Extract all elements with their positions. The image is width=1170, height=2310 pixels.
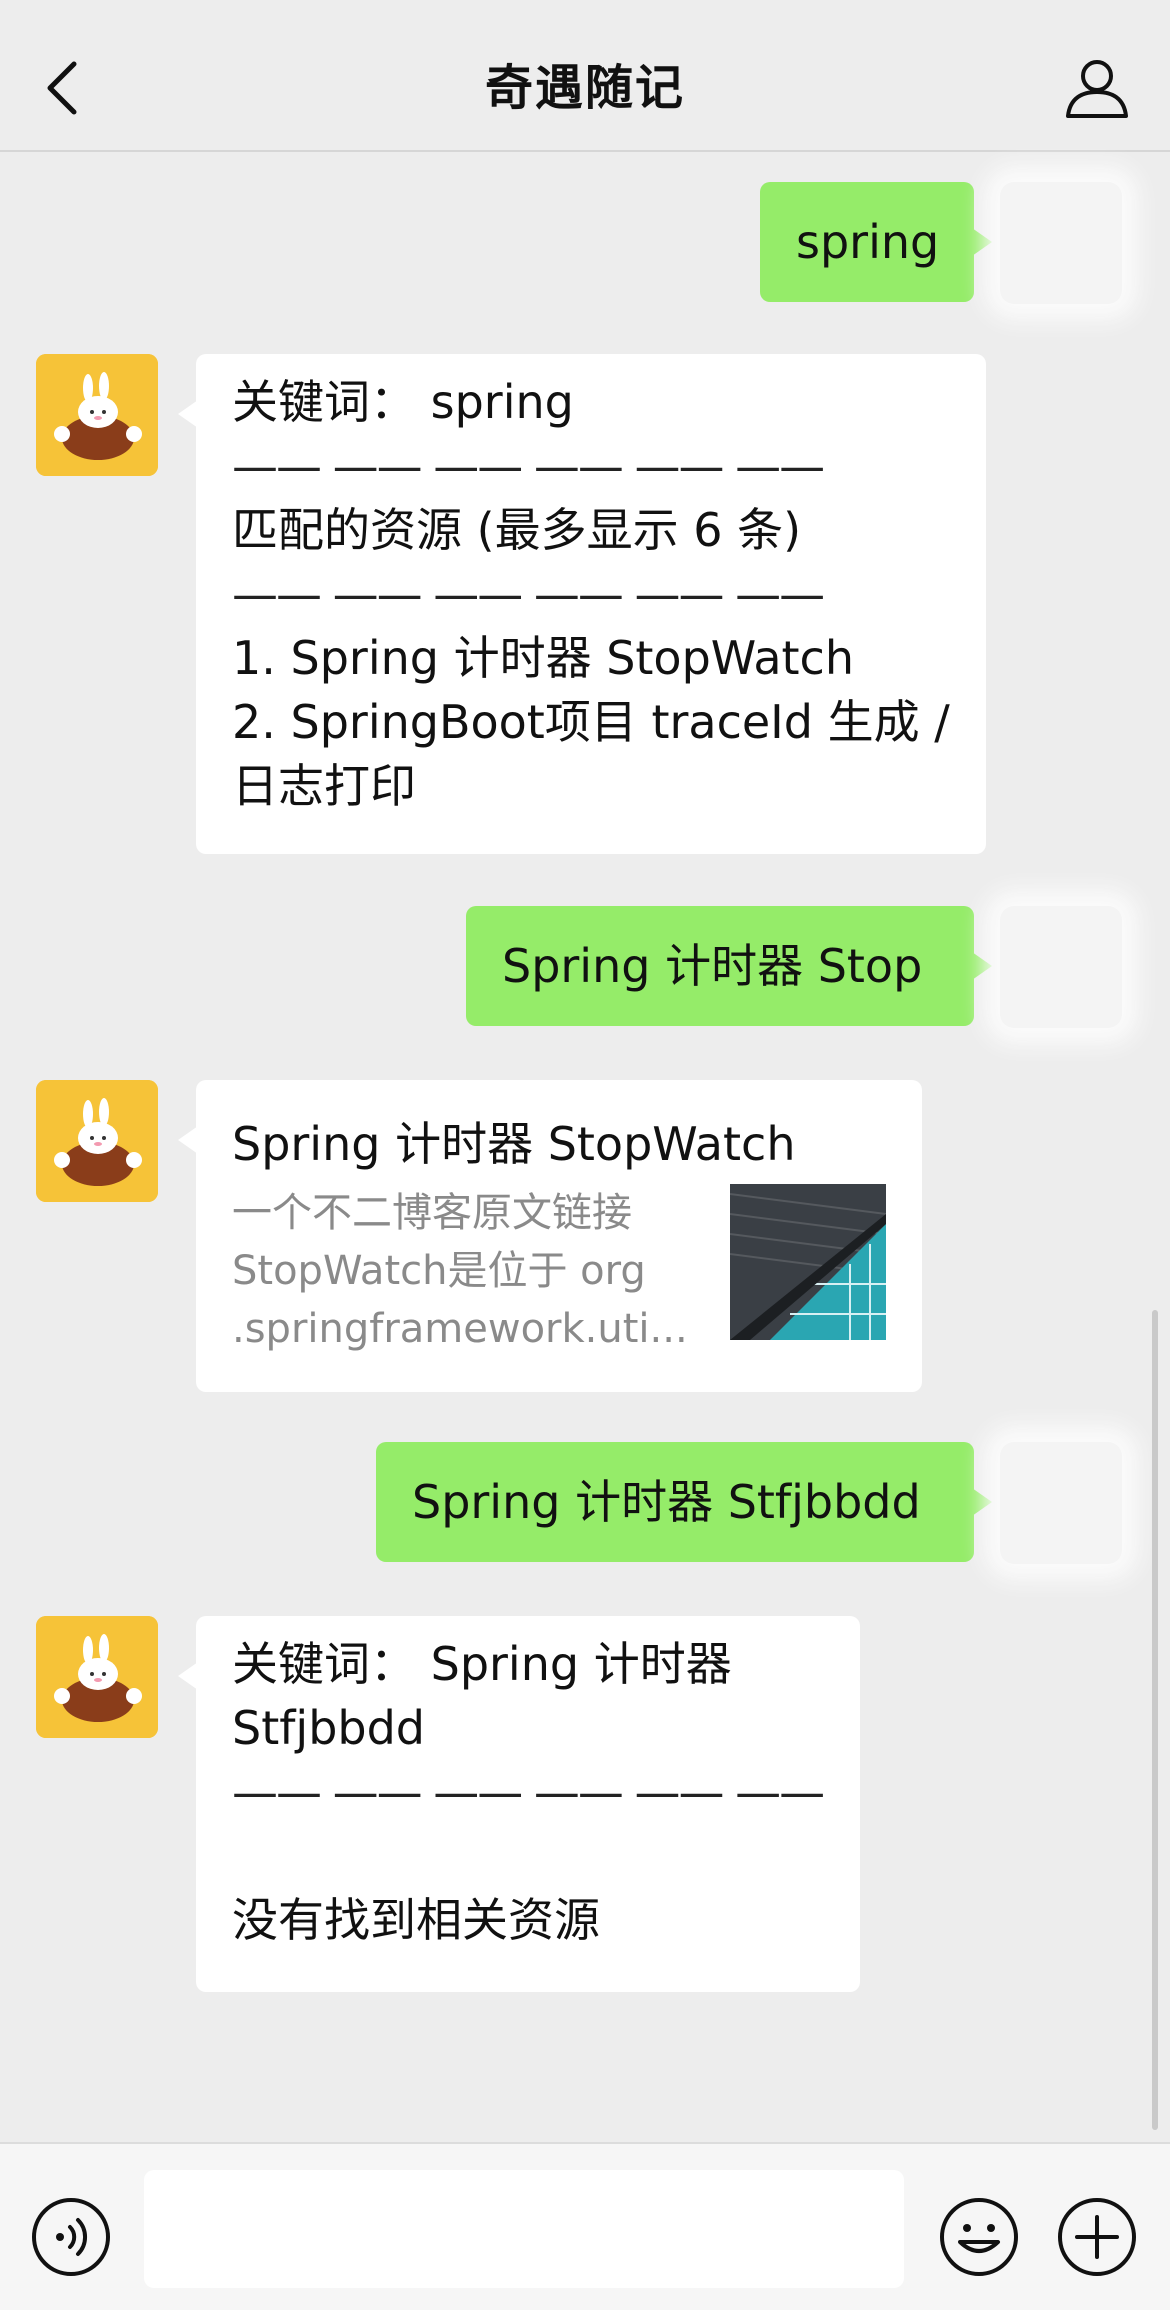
message-text: Spring 计时器 Stfjbbdd	[412, 1475, 921, 1529]
link-card-title: Spring 计时器 StopWatch	[232, 1117, 796, 1171]
bot-avatar[interactable]	[36, 1080, 158, 1202]
message-line: 匹配的资源 (最多显示 6 条)	[232, 503, 802, 557]
message-text: spring	[796, 215, 940, 269]
message-line: 日志打印	[232, 759, 416, 813]
message-text: Spring 计时器 Stop	[502, 939, 923, 993]
self-avatar[interactable]	[1000, 182, 1122, 304]
rabbit-avatar-icon	[36, 354, 158, 476]
self-avatar[interactable]	[1000, 906, 1122, 1028]
link-card-description: 一个不二博客原文链接 StopWatch是位于 org .springframe…	[232, 1184, 692, 1358]
chat-messages[interactable]: spring 关键词： spring —— —— —— —— —— —— 匹配的…	[0, 152, 1170, 2142]
message-line: 2. SpringBoot项目 traceId 生成 /	[232, 695, 950, 749]
message-bubble-bot[interactable]: 关键词： Spring 计时器 Stfjbbdd —— —— —— —— —— …	[178, 1616, 860, 1992]
message-divider: —— —— —— —— —— ——	[232, 567, 825, 621]
message-line: 没有找到相关资源	[232, 1893, 600, 1947]
emoji-icon[interactable]	[938, 2196, 1020, 2278]
message-bubble-self[interactable]: Spring 计时器 Stop	[466, 906, 992, 1026]
chat-header: 奇遇随记	[0, 0, 1170, 152]
link-card-desc-line: 一个不二博客原文链接	[232, 1190, 632, 1236]
rabbit-avatar-icon	[36, 1616, 158, 1738]
message-divider: —— —— —— —— —— ——	[232, 1765, 825, 1819]
message-bubble-self[interactable]: Spring 计时器 Stfjbbdd	[376, 1442, 992, 1562]
message-divider: —— —— —— —— —— ——	[232, 439, 825, 493]
link-card[interactable]: Spring 计时器 StopWatch 一个不二博客原文链接 StopWatc…	[178, 1080, 922, 1392]
message-line: 关键词： Spring 计时器	[232, 1637, 732, 1691]
link-card-desc-line: StopWatch是位于 org	[232, 1248, 646, 1294]
message-line: 关键词： spring	[232, 375, 574, 429]
link-card-desc-line: .springframework.uti...	[232, 1306, 688, 1352]
self-avatar[interactable]	[1000, 1442, 1122, 1564]
message-line: Stfjbbdd	[232, 1701, 426, 1755]
link-card-thumbnail	[730, 1184, 886, 1340]
bot-avatar[interactable]	[36, 1616, 158, 1738]
message-line: 1. Spring 计时器 StopWatch	[232, 631, 854, 685]
chat-title: 奇遇随记	[484, 60, 685, 116]
rabbit-avatar-icon	[36, 1080, 158, 1202]
voice-icon[interactable]	[30, 2196, 112, 2278]
message-input[interactable]	[144, 2170, 904, 2288]
bot-avatar[interactable]	[36, 354, 158, 476]
input-bar	[0, 2142, 1170, 2310]
person-icon[interactable]	[1064, 56, 1130, 120]
message-bubble-self[interactable]: spring	[760, 182, 992, 302]
message-bubble-bot[interactable]: 关键词： spring —— —— —— —— —— —— 匹配的资源 (最多显…	[178, 354, 986, 854]
message-line	[232, 1824, 824, 1888]
chat-scrollbar[interactable]	[1152, 1310, 1158, 2130]
plus-circle-icon[interactable]	[1056, 2196, 1138, 2278]
